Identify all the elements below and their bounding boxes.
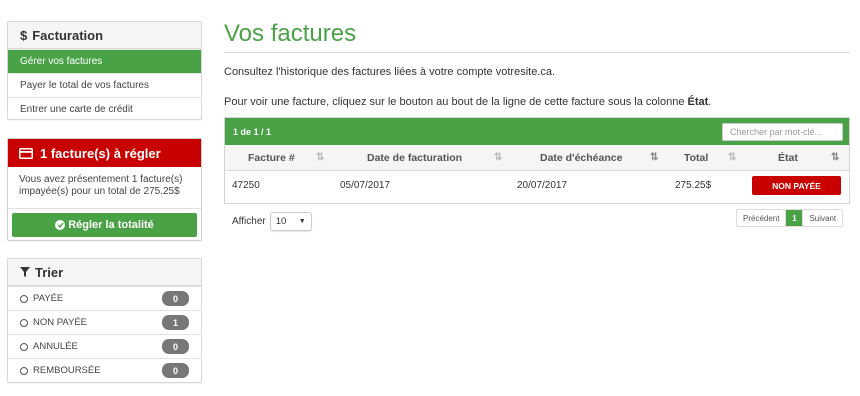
pay-all-label: Régler la totalité — [68, 219, 154, 231]
search-input[interactable] — [722, 122, 843, 141]
due-invoices-panel: 1 facture(s) à régler Vous avez présente… — [7, 138, 202, 241]
due-invoices-title: 1 facture(s) à régler — [40, 145, 161, 161]
cell-total: 275.25$ — [675, 179, 712, 191]
radio-icon[interactable] — [20, 366, 28, 375]
sort-icon[interactable]: ⇅ — [728, 152, 736, 163]
billing-panel-title: Facturation — [32, 27, 104, 43]
column-header-invoice[interactable]: Facture # — [248, 152, 295, 164]
pagination-previous[interactable]: Précédent — [737, 210, 786, 226]
table-row: 47250 05/07/2017 20/07/2017 275.25$ NON … — [225, 171, 849, 199]
column-header-status[interactable]: État — [778, 152, 798, 164]
column-header-total[interactable]: Total — [684, 152, 708, 164]
page-size-select[interactable]: 10 ▼ — [269, 212, 312, 231]
sort-asc-icon[interactable]: ⇅ — [650, 152, 658, 163]
count-badge: 0 — [162, 363, 189, 378]
pagination-current-page[interactable]: 1 — [785, 210, 803, 226]
page-size-value: 10 — [275, 216, 287, 227]
filter-item-cancelled[interactable]: ANNULÉE 0 — [8, 334, 201, 358]
radio-icon[interactable] — [20, 294, 28, 303]
count-badge: 0 — [162, 339, 189, 354]
count-badge: 0 — [162, 291, 189, 306]
filter-panel-heading: Trier — [8, 259, 201, 286]
pagination-next[interactable]: Suivant — [802, 210, 843, 226]
dollar-icon: $ — [20, 27, 28, 43]
credit-card-icon — [19, 147, 33, 159]
filter-item-label: NON PAYÉE — [33, 317, 88, 328]
check-circle-icon — [55, 220, 66, 230]
due-invoices-message: Vous avez présentement 1 facture(s) impa… — [8, 167, 201, 209]
filter-panel: Trier PAYÉE 0 NON PAYÉE 1 ANNULÉE 0 REMB… — [7, 258, 202, 383]
instruction-text: Pour voir une facture, cliquez sur le bo… — [224, 96, 712, 108]
filter-item-refunded[interactable]: REMBOURSÉE 0 — [8, 358, 201, 382]
filter-item-label: PAYÉE — [33, 293, 64, 304]
sidebar-item-pay-total[interactable]: Payer le total de vos factures — [8, 73, 201, 97]
cell-billing-date: 05/07/2017 — [340, 179, 391, 191]
sort-desc-icon[interactable]: ⇅ — [831, 152, 839, 163]
caret-down-icon: ▼ — [298, 218, 306, 225]
due-invoices-heading: 1 facture(s) à régler — [8, 139, 201, 167]
count-badge: 1 — [162, 315, 189, 330]
sort-icon[interactable]: ⇅ — [494, 152, 502, 163]
page-size-control: Afficher 10 ▼ — [232, 212, 312, 231]
sidebar-item-enter-card[interactable]: Entrer une carte de crédit — [8, 97, 201, 121]
pagination: Précédent 1 Suivant — [736, 209, 844, 227]
status-unpaid-button[interactable]: NON PAYÉE — [752, 176, 841, 195]
table-header: Facture # ⇅ Date de facturation ⇅ Date d… — [225, 145, 849, 171]
sort-icon[interactable]: ⇅ — [316, 152, 324, 163]
table-toolbar: 1 de 1 / 1 — [225, 118, 849, 145]
sidebar-item-manage-invoices[interactable]: Gérer vos factures — [8, 49, 201, 73]
radio-icon[interactable] — [20, 342, 28, 351]
filter-panel-title: Trier — [35, 264, 64, 280]
column-header-due-date[interactable]: Date d'échéance — [540, 152, 622, 164]
title-divider — [224, 52, 850, 53]
filter-item-label: REMBOURSÉE — [33, 365, 101, 376]
page-title: Vos factures — [224, 20, 357, 47]
billing-panel: $ Facturation Gérer vos factures Payer l… — [7, 21, 202, 120]
billing-panel-heading: $ Facturation — [8, 22, 201, 49]
column-header-billing-date[interactable]: Date de facturation — [367, 152, 462, 164]
cell-due-date: 20/07/2017 — [517, 179, 568, 191]
status-column-emphasis: État — [687, 96, 709, 108]
filter-item-paid[interactable]: PAYÉE 0 — [8, 286, 201, 310]
invoices-table: 1 de 1 / 1 Facture # ⇅ Date de facturati… — [224, 117, 850, 204]
intro-text: Consultez l'historique des factures liée… — [224, 66, 556, 78]
pay-all-button[interactable]: Régler la totalité — [12, 213, 197, 237]
record-count: 1 de 1 / 1 — [233, 126, 272, 137]
filter-item-unpaid[interactable]: NON PAYÉE 1 — [8, 310, 201, 334]
filter-item-label: ANNULÉE — [33, 341, 78, 352]
cell-invoice: 47250 — [232, 179, 260, 191]
page-size-label: Afficher — [232, 216, 266, 227]
filter-icon — [20, 267, 30, 277]
radio-icon[interactable] — [20, 318, 28, 327]
